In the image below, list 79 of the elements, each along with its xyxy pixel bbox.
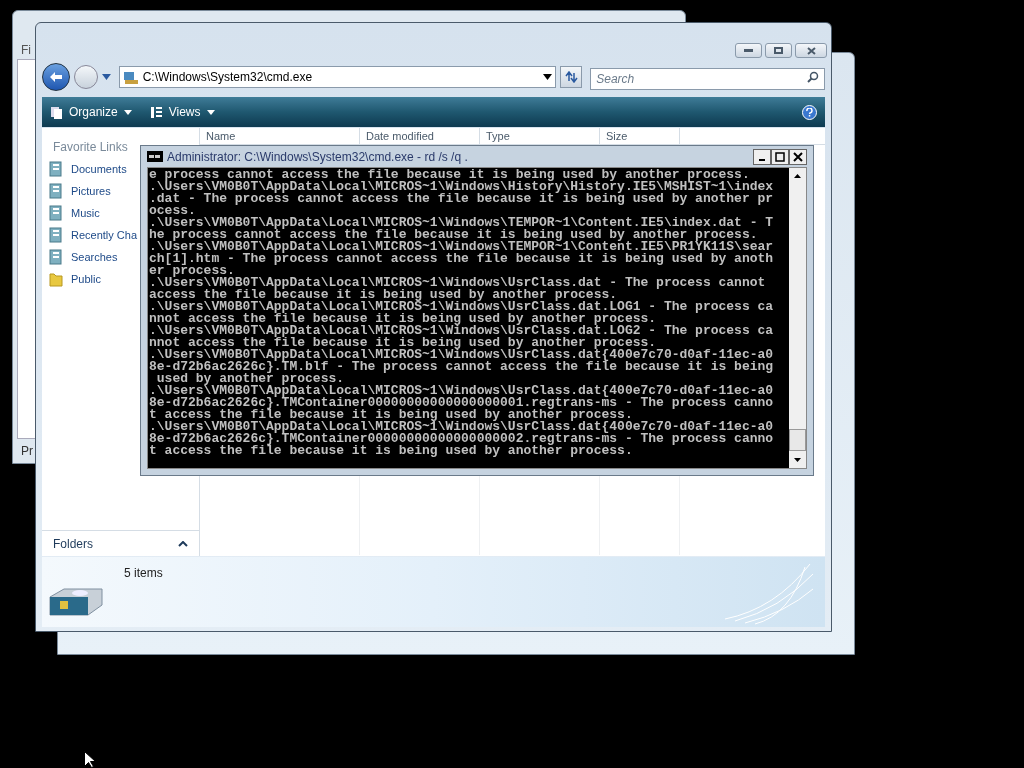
favorite-link[interactable]: Recently Cha <box>49 227 138 243</box>
item-count: 5 items <box>124 565 163 582</box>
document-icon <box>49 205 63 221</box>
address-text: C:\Windows\System32\cmd.exe <box>142 69 314 86</box>
document-icon <box>49 227 63 243</box>
console-line: .\Users\VM0B0T\AppData\Local\MICROS~1\Windows\UsrClass.dat{400e7c70-d0af-11ec-a0 <box>149 385 774 397</box>
toolbar-button[interactable]: Views <box>149 103 215 121</box>
console-line: he process cannot access the file because it is being used by another process. <box>149 229 758 241</box>
console-line: .\Users\VM0B0T\AppData\Local\MICROS~1\Windows\UsrClass.dat{400e7c70-d0af-11ec-a0 <box>149 349 774 361</box>
minimize-button[interactable] <box>753 148 771 165</box>
pages-icon <box>50 105 63 119</box>
document-icon <box>49 183 63 199</box>
console-line: .\Users\VM0B0T\AppData\Local\MICROS~1\Windows\UsrClass.dat.LOG1 - The process ca <box>149 301 774 313</box>
column-header[interactable]: Type <box>480 128 600 144</box>
search-field[interactable]: Search <box>590 68 825 90</box>
scroll-thumb[interactable] <box>789 429 806 451</box>
console-line: .\Users\VM0B0T\AppData\Local\MICROS~1\Windows\TEMPOR~1\Content.IE5\index.dat - T <box>149 217 774 229</box>
question-mark-icon <box>806 107 813 117</box>
folders-bar[interactable]: Folders <box>42 530 199 556</box>
maximize-button[interactable] <box>771 148 789 165</box>
pane-heading: Favorite Links <box>53 139 128 156</box>
scrollbar[interactable] <box>789 168 806 468</box>
close-icon <box>793 151 803 162</box>
favorite-link[interactable]: Music <box>49 205 138 221</box>
back-arrow-icon <box>48 71 63 83</box>
folder-icon <box>49 271 63 287</box>
minimize-button[interactable] <box>735 43 762 58</box>
close-button[interactable] <box>789 148 807 165</box>
dropdown-arrow-icon[interactable] <box>543 74 553 80</box>
console-line: .dat - The process cannot access the file because it is being used by another pr <box>149 193 774 205</box>
maximize-icon <box>775 151 785 162</box>
help-button[interactable] <box>802 104 817 120</box>
window-title: Administrator: C:\Windows\System32\cmd.exe - rd /s /q . <box>167 148 469 166</box>
window-label: Pr <box>21 443 33 460</box>
console-line: .\Users\VM0B0T\AppData\Local\MICROS~1\Windows\UsrClass.dat.LOG2 - The process ca <box>149 325 774 337</box>
console-line: used by another process. <box>156 373 345 385</box>
console-line: e process cannot access the file because it is being used by another process. <box>149 169 750 181</box>
search-icon <box>807 71 819 83</box>
console-line: ch[1].htm - The process cannot access the file because it is being used by anoth <box>149 253 774 265</box>
console-line: .\Users\VM0B0T\AppData\Local\MICROS~1\Windows\TEMPOR~1\Content.IE5\PR1YK11S\sear <box>149 241 774 253</box>
console-icon <box>147 151 163 162</box>
console-line: 8e-d72b6ac2626c}.TMContainer00000000000000000002.regtrans-ms - The process canno <box>149 433 774 445</box>
address-bar[interactable]: C:\Windows\System32\cmd.exe <box>118 66 557 88</box>
minimize-icon <box>759 158 765 161</box>
document-icon <box>49 161 63 177</box>
console-line: t access the file because it is being used by another process. <box>149 409 633 421</box>
minimize-icon <box>744 49 753 52</box>
favorite-link[interactable]: Documents <box>49 161 138 177</box>
console-line: t access the file because it is being used by another process. <box>149 445 633 457</box>
column-header[interactable]: Name <box>200 128 360 144</box>
computer-icon <box>122 69 139 85</box>
restore-icon <box>774 47 783 54</box>
window-label: Fi <box>21 42 31 59</box>
console-line: .\Users\VM0B0T\AppData\Local\MICROS~1\Windows\UsrClass.dat{400e7c70-d0af-11ec-a0 <box>149 421 774 433</box>
close-icon <box>806 46 816 55</box>
console-line: nnot access the file because it is being used by another process. <box>149 337 657 349</box>
console-line: 8e-d72b6ac2626c}.TMContainer00000000000000000001.regtrans-ms - The process canno <box>149 397 774 409</box>
console-line: ocess. <box>149 205 196 217</box>
favorite-link[interactable]: Public <box>49 271 138 287</box>
dropdown-arrow-icon <box>206 109 215 115</box>
back-button[interactable] <box>42 63 70 91</box>
console-line: er process. <box>149 265 235 277</box>
console-line: 8e-d72b6ac2626c}.TM.blf - The process cannot access the file because it is being <box>149 361 774 373</box>
favorite-link[interactable]: Pictures <box>49 183 138 199</box>
column-header[interactable]: Size <box>600 128 680 144</box>
list-icon <box>149 105 163 119</box>
console-line: .\Users\VM0B0T\AppData\Local\MICROS~1\Windows\UsrClass.dat - The process cannot <box>149 277 766 289</box>
document-icon <box>49 249 63 265</box>
dropdown-arrow-icon <box>123 109 132 115</box>
refresh-button[interactable] <box>560 66 583 88</box>
refresh-arrows-icon <box>564 71 579 83</box>
restore-button[interactable] <box>765 43 792 58</box>
close-button[interactable] <box>795 43 827 58</box>
console-line: nnot access the file because it is being used by another process. <box>149 313 657 325</box>
favorite-link[interactable]: Searches <box>49 249 138 265</box>
toolbar-button[interactable]: Organize <box>50 103 132 121</box>
column-header[interactable]: Date modified <box>360 128 480 144</box>
console-line: access the file because it is being used by another process. <box>149 289 618 301</box>
console-line: .\Users\VM0B0T\AppData\Local\MICROS~1\Windows\History\History.IE5\MSHIST~1\index <box>149 181 774 193</box>
